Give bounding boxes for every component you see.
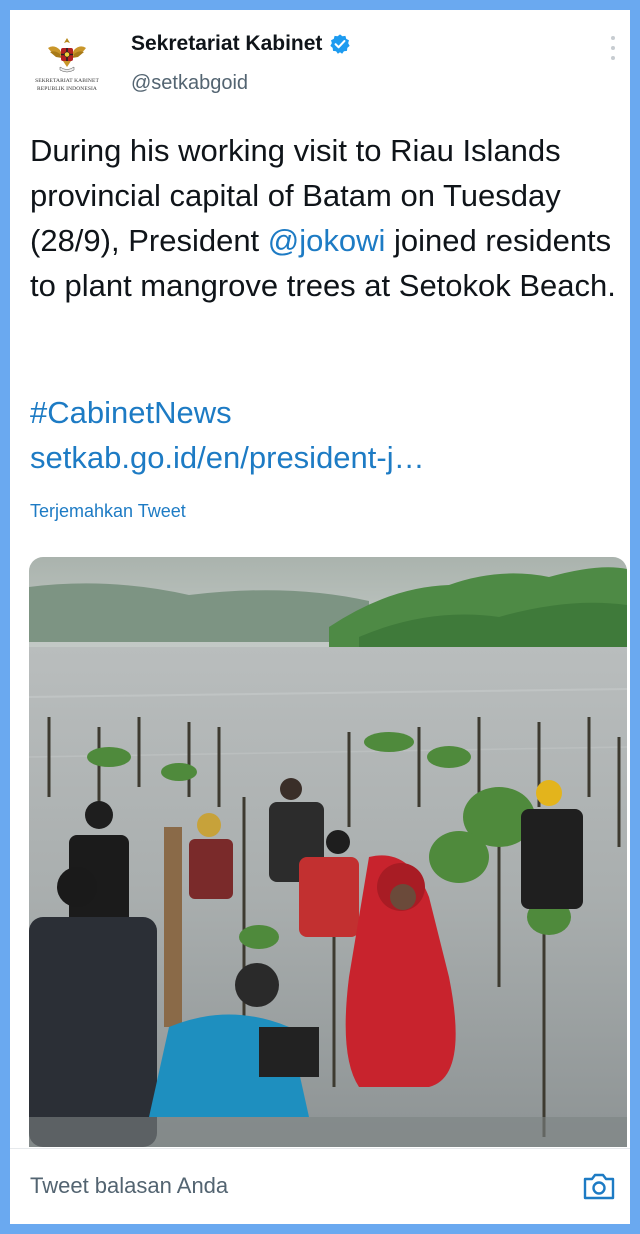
tweet-text: During his working visit to Riau Islands… xyxy=(30,128,626,308)
avatar[interactable]: SEKRETARIAT KABINET REPUBLIK INDONESIA xyxy=(32,34,102,104)
translate-tweet-link[interactable]: Terjemahkan Tweet xyxy=(30,501,186,522)
mangrove-planting-photo xyxy=(29,557,627,1147)
avatar-caption-line2: REPUBLIK INDONESIA xyxy=(36,86,97,92)
verified-badge-icon xyxy=(330,34,351,54)
mention-link[interactable]: @jokowi xyxy=(268,223,386,258)
tweet-header: SEKRETARIAT KABINET REPUBLIK INDONESIA S… xyxy=(10,10,630,120)
tweet-photo[interactable] xyxy=(29,557,627,1147)
garuda-emblem-icon xyxy=(48,38,86,73)
display-name[interactable]: Sekretariat Kabinet xyxy=(131,32,322,56)
tweet-card: SEKRETARIAT KABINET REPUBLIK INDONESIA S… xyxy=(10,10,630,1224)
hashtag-link[interactable]: #CabinetNews xyxy=(30,395,232,431)
camera-icon[interactable] xyxy=(582,1171,616,1201)
reply-input[interactable]: Tweet balasan Anda xyxy=(30,1173,228,1199)
user-handle[interactable]: @setkabgoid xyxy=(131,72,248,95)
name-row: Sekretariat Kabinet xyxy=(131,32,351,56)
avatar-caption-line1: SEKRETARIAT KABINET xyxy=(35,78,99,84)
more-options-icon[interactable] xyxy=(610,36,616,60)
reply-bar: Tweet balasan Anda xyxy=(10,1148,630,1220)
url-link[interactable]: setkab.go.id/en/president-j… xyxy=(30,440,425,476)
